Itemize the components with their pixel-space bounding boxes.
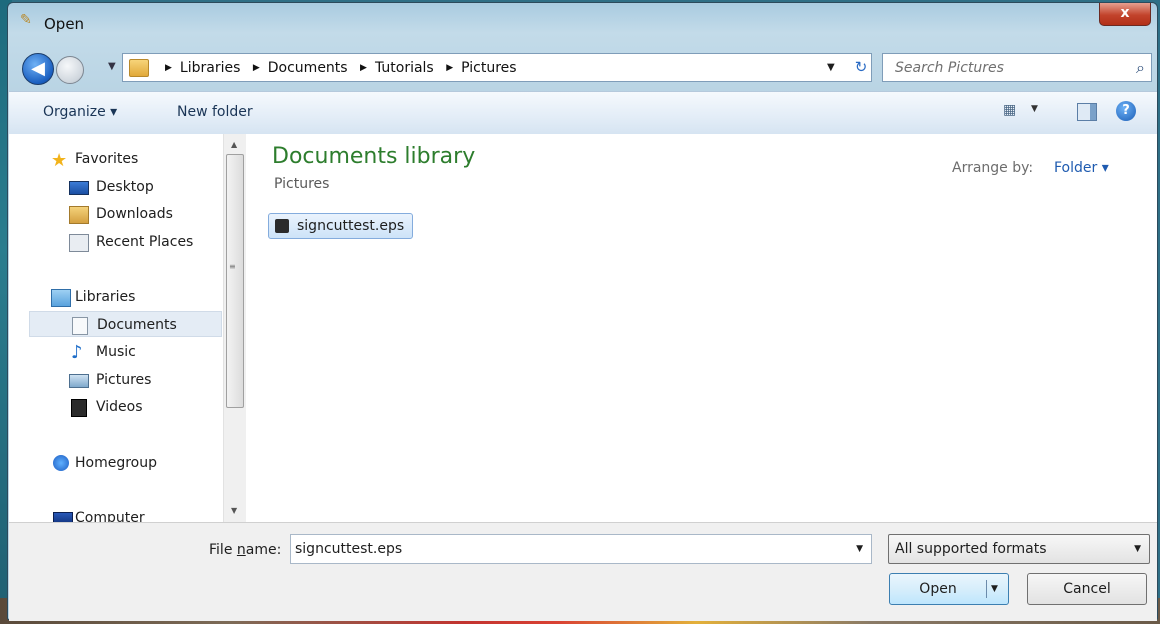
file-dialog-footer: File name: signcuttest.eps ▼ All support… xyxy=(9,522,1157,621)
computer-icon xyxy=(53,512,73,522)
sidebar-item-pictures[interactable]: Pictures xyxy=(9,367,219,393)
breadcrumb-libraries[interactable]: Libraries xyxy=(180,60,240,76)
chevron-down-icon[interactable]: ▼ xyxy=(827,62,835,73)
sidebar-item-label: Documents xyxy=(97,317,177,333)
file-list-pane: Documents library Pictures Arrange by: F… xyxy=(246,134,1157,522)
sidebar-item-desktop[interactable]: Desktop xyxy=(9,174,219,200)
chevron-right-icon[interactable]: ▶ xyxy=(253,63,260,73)
document-icon xyxy=(72,317,88,335)
new-folder-button[interactable]: New folder xyxy=(177,104,253,120)
library-title: Documents library xyxy=(272,144,476,169)
file-name-label: File name: xyxy=(209,542,281,558)
help-icon[interactable]: ? xyxy=(1116,101,1136,121)
search-placeholder: Search Pictures xyxy=(895,60,1004,76)
chevron-right-icon[interactable]: ▶ xyxy=(165,63,172,73)
app-icon: ✎ xyxy=(20,12,32,28)
breadcrumb-pictures[interactable]: Pictures xyxy=(461,60,516,76)
sidebar-item-recent-places[interactable]: Recent Places xyxy=(9,229,219,255)
window-title: Open xyxy=(44,15,85,33)
file-name-value: signcuttest.eps xyxy=(295,541,403,557)
search-input[interactable]: Search Pictures ⌕ xyxy=(882,53,1152,82)
file-name-label-accelerator: n xyxy=(236,542,246,558)
sidebar-item-label: Recent Places xyxy=(96,234,194,250)
sidebar-item-videos[interactable]: Videos xyxy=(9,394,219,420)
chevron-down-icon[interactable]: ▼ xyxy=(1031,104,1038,114)
sidebar-item-libraries[interactable]: Libraries xyxy=(9,284,219,310)
sidebar-item-favorites[interactable]: ★ Favorites xyxy=(9,146,219,172)
sidebar-item-label: Desktop xyxy=(96,179,154,195)
downloads-folder-icon xyxy=(69,206,89,224)
title-bar: ✎ Open x xyxy=(8,3,1157,43)
open-dialog: ✎ Open x ◀ ▼ ▶ Libraries ▶ Documents ▶ Tuto… xyxy=(7,2,1158,621)
sidebar-item-label: Music xyxy=(96,344,136,360)
file-name-field[interactable]: signcuttest.eps ▼ xyxy=(290,534,872,564)
file-name: signcuttest.eps xyxy=(297,218,405,234)
cancel-button[interactable]: Cancel xyxy=(1027,573,1147,605)
command-bar: Organize ▾ New folder ▦ ▼ ? xyxy=(9,91,1157,135)
sidebar-item-homegroup[interactable]: Homegroup xyxy=(9,450,219,476)
forward-arrow-icon[interactable] xyxy=(56,56,84,84)
chevron-down-icon[interactable]: ▼ xyxy=(856,544,863,554)
scroll-grip-icon: ≡ xyxy=(229,262,236,271)
close-button[interactable]: x xyxy=(1099,3,1151,26)
split-divider xyxy=(986,580,987,598)
organize-button[interactable]: Organize ▾ xyxy=(43,104,117,120)
file-name-label-pre: File xyxy=(209,542,237,558)
sidebar-item-label: Downloads xyxy=(96,206,173,222)
address-row: ◀ ▼ ▶ Libraries ▶ Documents ▶ Tutorials ▶ Pi… xyxy=(8,49,1157,89)
arrange-by-dropdown[interactable]: Folder ▾ xyxy=(1054,160,1109,176)
address-bar[interactable]: ▶ Libraries ▶ Documents ▶ Tutorials ▶ Pictur… xyxy=(122,53,872,82)
file-name-label-post: ame: xyxy=(245,542,282,558)
film-icon xyxy=(71,399,87,417)
sidebar-item-label: Videos xyxy=(96,399,143,415)
open-button-label: Open xyxy=(919,581,957,597)
sidebar-item-label: Libraries xyxy=(75,289,136,305)
sidebar-item-computer[interactable]: Computer xyxy=(9,505,219,522)
navigation-pane: ★ Favorites Desktop Downloads Recent Pla… xyxy=(9,134,223,522)
library-subtitle: Pictures xyxy=(274,176,330,192)
star-icon: ★ xyxy=(51,150,68,171)
file-item[interactable]: signcuttest.eps xyxy=(268,213,414,239)
file-type-value: All supported formats xyxy=(895,541,1047,557)
search-icon[interactable]: ⌕ xyxy=(1136,58,1145,78)
sidebar-item-label: Homegroup xyxy=(75,455,158,471)
chevron-right-icon[interactable]: ▶ xyxy=(446,63,453,73)
sidebar-item-downloads[interactable]: Downloads xyxy=(9,201,219,227)
chevron-right-icon[interactable]: ▶ xyxy=(360,63,367,73)
homegroup-icon xyxy=(53,455,69,471)
breadcrumb: ▶ Libraries ▶ Documents ▶ Tutorials ▶ Pictur… xyxy=(157,60,517,76)
sidebar-item-music[interactable]: ♪ Music xyxy=(9,339,219,365)
eps-file-icon xyxy=(275,219,289,233)
sidebar-item-label: Pictures xyxy=(96,372,152,388)
scroll-thumb[interactable] xyxy=(226,154,244,408)
chevron-down-icon[interactable]: ▼ xyxy=(1134,544,1141,554)
breadcrumb-documents[interactable]: Documents xyxy=(268,60,348,76)
views-icon[interactable]: ▦ xyxy=(1003,102,1016,118)
sidebar-item-documents[interactable]: Documents xyxy=(29,311,222,337)
scroll-down-arrow-icon[interactable]: ▼ xyxy=(231,506,237,515)
sidebar-item-label: Favorites xyxy=(75,151,139,167)
desktop-icon xyxy=(69,181,89,195)
sidebar-item-label: Computer xyxy=(75,510,145,522)
navigation-scrollbar[interactable]: ▲ ≡ ▼ xyxy=(223,134,246,522)
libraries-icon xyxy=(51,289,71,307)
arrange-by-label: Arrange by: xyxy=(952,160,1034,176)
preview-pane-icon[interactable] xyxy=(1077,103,1097,121)
pictures-icon xyxy=(69,374,89,388)
refresh-icon[interactable]: ↻ xyxy=(849,54,873,81)
chevron-down-icon[interactable]: ▼ xyxy=(991,584,998,594)
recent-places-icon xyxy=(69,234,89,252)
folder-icon xyxy=(129,59,149,77)
file-type-select[interactable]: All supported formats ▼ xyxy=(888,534,1150,564)
music-note-icon: ♪ xyxy=(71,342,83,363)
scroll-up-arrow-icon[interactable]: ▲ xyxy=(231,140,237,149)
back-arrow-icon[interactable]: ◀ xyxy=(22,53,54,85)
recent-pages-dropdown-icon[interactable]: ▼ xyxy=(108,61,116,72)
breadcrumb-tutorials[interactable]: Tutorials xyxy=(375,60,434,76)
open-button[interactable]: Open ▼ xyxy=(889,573,1009,605)
